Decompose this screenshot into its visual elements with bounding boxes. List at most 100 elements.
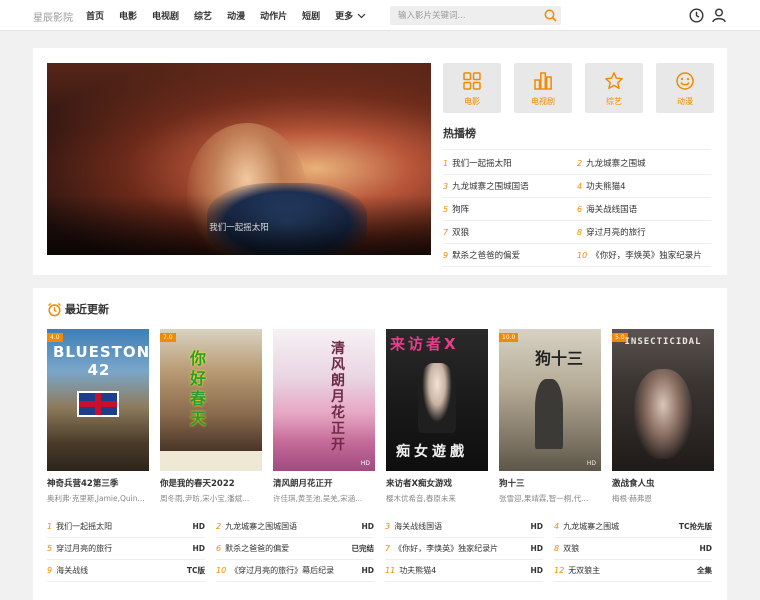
list-item[interactable]: 9 默杀之爸爸的偏爱 xyxy=(443,244,577,267)
list-item[interactable]: 11 功夫熊猫4 HD xyxy=(385,560,543,582)
status-badge: TC抢先版 xyxy=(678,522,712,531)
list-item[interactable]: 7 双狼 xyxy=(443,221,577,244)
item-title: 九龙城寨之围城 xyxy=(586,159,646,169)
featured-panel: 我们一起摇太阳 电影 电视剧 综艺 动漫 热播榜 1 我们一起摇太阳 2 九龙城寨之… xyxy=(33,48,727,275)
category-label: 电影 xyxy=(464,97,480,106)
item-title: 九龙城寨之围城国语 xyxy=(225,522,298,531)
poster-flag xyxy=(77,391,119,417)
category-anime[interactable]: 动漫 xyxy=(656,63,714,113)
list-item[interactable]: 9 海关战线 TC版 xyxy=(47,560,205,582)
item-title: 默杀之爸爸的偏爱 xyxy=(452,251,521,261)
item-title: 九龙城寨之围城国语 xyxy=(452,182,529,192)
poster-image[interactable]: 来访者X 痴女遊戲 xyxy=(386,329,488,471)
status-badge: HD xyxy=(192,544,205,553)
poster-card[interactable]: 来访者X 痴女遊戲 来访者X痴女游戏 樱木优希音,春原未来 xyxy=(386,329,488,504)
quality-label: HD xyxy=(360,460,370,467)
list-item[interactable]: 2 九龙城寨之围城 xyxy=(577,152,711,175)
poster-image[interactable]: 10.0 狗十三 HD xyxy=(499,329,601,471)
item-title: 功夫熊猫4 xyxy=(399,566,437,575)
list-item[interactable]: 8 穿过月亮的旅行 xyxy=(577,221,711,244)
category-label: 动漫 xyxy=(677,97,693,106)
nav-item-action[interactable]: 动作片 xyxy=(260,9,287,22)
list-item[interactable]: 4 功夫熊猫4 xyxy=(577,175,711,198)
poster-image[interactable]: 清风朗月花正开 HD xyxy=(273,329,375,471)
status-badge: 全集 xyxy=(697,566,712,575)
nav-item-short[interactable]: 短剧 xyxy=(302,9,320,22)
poster-cast: 梅根·赫弗恩 xyxy=(612,494,652,503)
nav-item-home[interactable]: 首页 xyxy=(86,9,104,22)
clock-icon[interactable] xyxy=(689,8,704,23)
item-number: 1 xyxy=(47,522,53,531)
item-number: 6 xyxy=(216,544,222,553)
poster-bottom-strip xyxy=(160,451,262,471)
poster-card[interactable]: 7.0 你好春天 你是我的春天2022 周冬雨,尹昉,宋小宝,潘斌... xyxy=(160,329,262,504)
category-variety[interactable]: 综艺 xyxy=(585,63,643,113)
item-title: 海关战线国语 xyxy=(586,205,638,215)
item-title: 海关战线 xyxy=(56,566,89,575)
poster-title[interactable]: 激战食人虫 xyxy=(612,477,714,489)
hot-list: 1 我们一起摇太阳 2 九龙城寨之围城 3 九龙城寨之围城国语 4 功夫熊猫4 5 狗阵 … xyxy=(443,152,711,267)
poster-card[interactable]: 清风朗月花正开 HD 清风朗月花正开 许佳琪,黄圣池,吴羌,宋涵... xyxy=(273,329,375,504)
poster-card[interactable]: 10.0 狗十三 HD 狗十三 张雪迎,果靖霖,智一桐,代... xyxy=(499,329,601,504)
site-logo[interactable]: 星辰影院 xyxy=(33,9,73,24)
list-item[interactable]: 8 双狼 HD xyxy=(554,538,712,560)
search-input[interactable] xyxy=(390,6,530,25)
rank-number: 2 xyxy=(577,159,583,168)
list-item[interactable]: 10 《穿过月亮的旅行》幕后纪录 HD xyxy=(216,560,374,582)
rank-number: 3 xyxy=(443,182,449,191)
poster-image[interactable]: 5.0 INSECTICIDAL xyxy=(612,329,714,471)
list-item[interactable]: 3 海关战线国语 HD xyxy=(385,516,543,538)
poster-text: 清风朗月花正开 xyxy=(331,341,345,453)
item-title: 双狼 xyxy=(563,544,580,553)
poster-cast: 许佳琪,黄圣池,吴羌,宋涵... xyxy=(273,494,363,503)
quality-label: HD xyxy=(586,460,596,467)
list-item[interactable]: 12 无双狼主 全集 xyxy=(554,560,712,582)
list-item[interactable]: 10 《你好，李焕英》独家纪录片 xyxy=(577,244,711,267)
poster-image[interactable]: 7.0 你好春天 xyxy=(160,329,262,471)
banner-carousel[interactable]: 我们一起摇太阳 xyxy=(47,63,431,255)
item-number: 7 xyxy=(385,544,391,553)
list-item[interactable]: 5 穿过月亮的旅行 HD xyxy=(47,538,205,560)
poster-figure xyxy=(418,363,456,433)
rank-number: 8 xyxy=(577,228,583,237)
poster-card[interactable]: 4.0 BLUESTONE 42 神奇兵营42第三季 奥利弗·克里斯,Jamie… xyxy=(47,329,149,504)
poster-title[interactable]: 你是我的春天2022 xyxy=(160,477,262,489)
status-badge: HD xyxy=(361,566,374,575)
nav-item-tv[interactable]: 电视剧 xyxy=(152,9,179,22)
list-item[interactable]: 2 九龙城寨之围城国语 HD xyxy=(216,516,374,538)
poster-card[interactable]: 5.0 INSECTICIDAL 激战食人虫 梅根·赫弗恩 xyxy=(612,329,714,504)
list-item[interactable]: 5 狗阵 xyxy=(443,198,577,221)
section-title: 最近更新 xyxy=(65,303,109,316)
list-item[interactable]: 3 九龙城寨之围城国语 xyxy=(443,175,577,198)
item-title: 默杀之爸爸的偏爱 xyxy=(225,544,290,553)
category-movie[interactable]: 电影 xyxy=(443,63,501,113)
item-title: 《你好，李焕英》独家纪录片 xyxy=(591,251,702,261)
status-badge: TC版 xyxy=(186,566,205,575)
search-icon[interactable] xyxy=(544,9,557,22)
poster-title[interactable]: 神奇兵营42第三季 xyxy=(47,477,149,489)
hot-list-title: 热播榜 xyxy=(443,127,476,140)
item-title: 海关战线国语 xyxy=(394,522,443,531)
list-item[interactable]: 1 我们一起摇太阳 HD xyxy=(47,516,205,538)
list-item[interactable]: 7 《你好，李焕英》独家纪录片 HD xyxy=(385,538,543,560)
nav-more-button[interactable]: 更多 xyxy=(335,9,366,22)
nav-item-variety[interactable]: 综艺 xyxy=(194,9,212,22)
user-icon[interactable] xyxy=(712,8,726,23)
rank-number: 7 xyxy=(443,228,449,237)
list-item[interactable]: 1 我们一起摇太阳 xyxy=(443,152,577,175)
poster-title[interactable]: 清风朗月花正开 xyxy=(273,477,375,489)
nav-item-movie[interactable]: 电影 xyxy=(119,9,137,22)
item-title: 穿过月亮的旅行 xyxy=(56,544,113,553)
poster-image[interactable]: 4.0 BLUESTONE 42 xyxy=(47,329,149,471)
list-item[interactable]: 4 九龙城寨之围城 TC抢先版 xyxy=(554,516,712,538)
poster-title[interactable]: 狗十三 xyxy=(499,477,601,489)
nav-item-anime[interactable]: 动漫 xyxy=(227,9,245,22)
status-badge: HD xyxy=(530,522,543,531)
category-tv[interactable]: 电视剧 xyxy=(514,63,572,113)
poster-title[interactable]: 来访者X痴女游戏 xyxy=(386,477,488,489)
status-badge: HD xyxy=(361,522,374,531)
list-item[interactable]: 6 海关战线国语 xyxy=(577,198,711,221)
rank-number: 1 xyxy=(443,159,449,168)
top-bar: 星辰影院 首页 电影 电视剧 综艺 动漫 动作片 短剧 更多 xyxy=(0,0,760,31)
list-item[interactable]: 6 默杀之爸爸的偏爱 已完结 xyxy=(216,538,374,560)
